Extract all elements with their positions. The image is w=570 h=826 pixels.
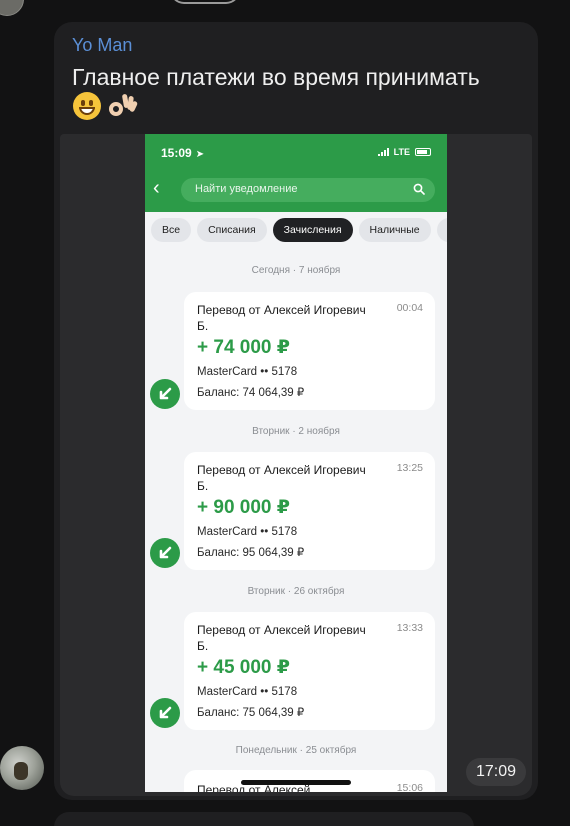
notification-card[interactable]: Перевод от Алексей Игоревич Б. 13:33 + 4… <box>184 612 435 730</box>
transfer-title: Перевод от Алексей Игоревич Б. <box>197 623 366 653</box>
filter-chip-debits[interactable]: Списания <box>197 218 267 242</box>
chat-screen: Yo Man Главное платежи во время принимат… <box>0 0 570 826</box>
balance-text: Баланс: 74 064,39 ₽ <box>197 387 305 399</box>
search-placeholder: Найти уведомление <box>195 183 298 195</box>
filter-chip-credits[interactable]: Зачисления <box>272 218 353 242</box>
notification-card[interactable]: Перевод от Алексей Игоревич Б. 13:25 + 9… <box>184 452 435 570</box>
filter-chip-cash[interactable]: Наличные <box>358 218 431 242</box>
transfer-amount: + 74 000 ₽ <box>197 337 290 358</box>
date-header: Сегодня · 7 ноября <box>251 265 341 276</box>
incoming-arrow-icon <box>150 698 180 728</box>
network-label: LTE <box>393 147 410 157</box>
message-timestamp: 17:09 <box>466 758 526 786</box>
grinning-face-emoji-icon <box>73 92 101 120</box>
incoming-arrow-icon <box>150 379 180 409</box>
filter-chip-more[interactable]: П <box>436 218 447 242</box>
card-account: MasterCard •• 5178 <box>197 526 298 538</box>
phone-screenshot: 15:09 ➤ LTE ‹ Найти уведомление Все Списа… <box>145 134 447 792</box>
balance-text: Баланс: 75 064,39 ₽ <box>197 707 305 719</box>
previous-message-fragment <box>170 0 240 4</box>
home-indicator <box>241 780 351 785</box>
ok-hand-emoji-icon <box>107 92 139 120</box>
transfer-title: Перевод от Алексей Игоревич Б. <box>197 463 366 493</box>
status-time: 15:09 ➤ <box>161 146 205 160</box>
back-arrow-icon[interactable]: ‹ <box>153 178 160 198</box>
transfer-time: 13:25 <box>396 462 423 474</box>
transfer-amount: + 45 000 ₽ <box>197 657 290 678</box>
avatar[interactable] <box>0 746 44 790</box>
battery-icon <box>415 148 431 156</box>
search-input[interactable]: Найти уведомление <box>181 178 435 202</box>
date-header: Вторник · 2 ноября <box>252 426 340 437</box>
transfer-time: 15:06 <box>396 782 423 792</box>
transfer-time: 00:04 <box>396 302 423 314</box>
sender-name[interactable]: Yo Man <box>72 35 132 56</box>
search-icon <box>413 183 425 195</box>
status-indicators: LTE <box>377 147 431 157</box>
date-header: Понедельник · 25 октября <box>235 745 357 756</box>
transfer-title: Перевод от Алексей Игоревич Б. <box>197 303 366 333</box>
notification-card[interactable]: Перевод от Алексей Игоревич Б. 00:04 + 7… <box>184 292 435 410</box>
balance-text: Баланс: 95 064,39 ₽ <box>197 547 305 559</box>
avatar[interactable] <box>0 0 24 16</box>
transfer-amount: + 90 000 ₽ <box>197 497 290 518</box>
card-account: MasterCard •• 5178 <box>197 686 298 698</box>
transfer-time: 13:33 <box>396 622 423 634</box>
next-message-bubble[interactable] <box>54 812 474 826</box>
signal-icon <box>377 148 389 156</box>
app-header: 15:09 ➤ LTE ‹ Найти уведомление <box>145 134 447 212</box>
emoji-row <box>73 92 139 126</box>
incoming-arrow-icon <box>150 538 180 568</box>
card-account: MasterCard •• 5178 <box>197 366 298 378</box>
message-text: Главное платежи во время принимать <box>72 64 480 90</box>
filter-chip-all[interactable]: Все <box>151 218 192 242</box>
filter-tabs: Все Списания Зачисления Наличные П <box>151 218 447 242</box>
date-header: Вторник · 26 октября <box>247 586 345 597</box>
location-arrow-icon: ➤ <box>195 149 205 160</box>
